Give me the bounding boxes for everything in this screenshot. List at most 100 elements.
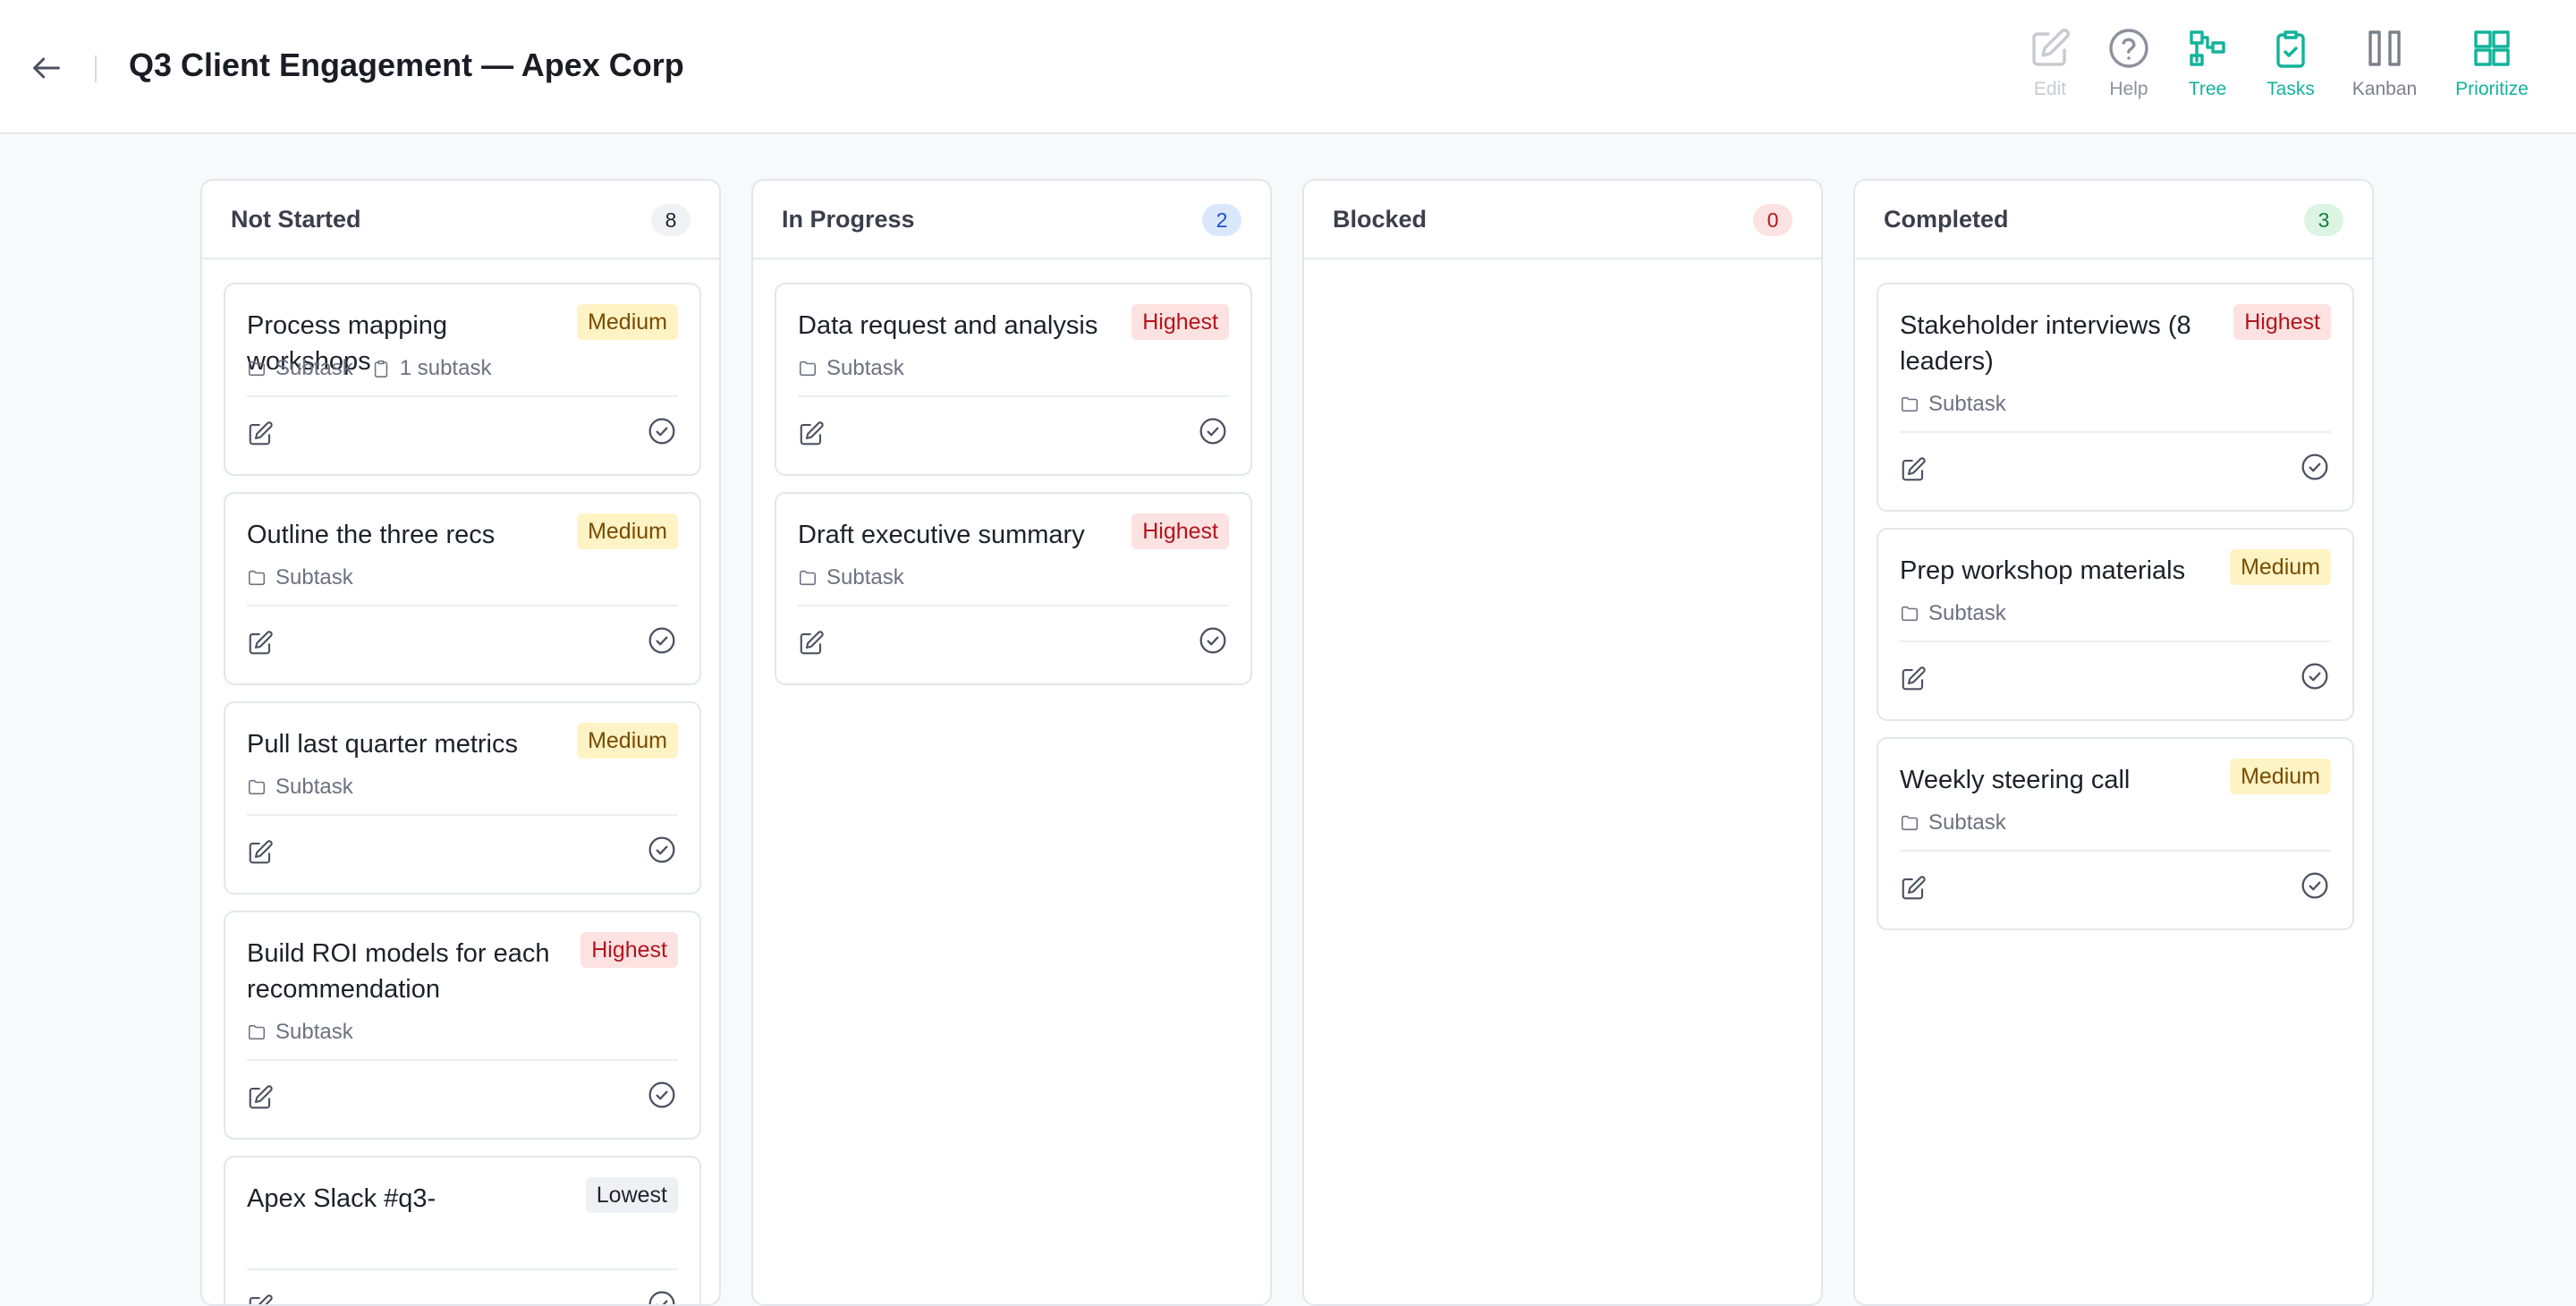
kanban-view-button[interactable]: Kanban: [2340, 27, 2429, 109]
page-title: Q3 Client Engagement — Apex Corp: [129, 47, 684, 83]
task-card[interactable]: Outline the three recs Medium Subtask: [224, 492, 701, 685]
task-title: Stakeholder interviews (8 leaders): [1900, 311, 2191, 376]
column-title: Completed: [1884, 206, 2009, 233]
card-divider: [1900, 850, 2331, 852]
check-circle-icon: [2301, 663, 2328, 690]
card-divider: [798, 605, 1229, 606]
column-count-badge: 8: [651, 204, 691, 236]
edit-task-button[interactable]: [247, 839, 277, 869]
prioritize-label: Prioritize: [2455, 79, 2529, 99]
edit-task-button[interactable]: [1900, 456, 1930, 487]
meta-text: Subtask: [275, 565, 353, 589]
priority-badge: Medium: [2230, 759, 2331, 794]
check-circle-icon: [648, 836, 675, 863]
task-card[interactable]: Data request and analysis Highest Subtask: [775, 283, 1252, 476]
priority-badge: Highest: [1131, 304, 1229, 340]
complete-task-button[interactable]: [2301, 871, 2331, 902]
task-card[interactable]: Stakeholder interviews (8 leaders) Highes…: [1877, 283, 2354, 512]
task-title: Draft executive summary: [798, 521, 1085, 549]
complete-task-button[interactable]: [1199, 417, 1229, 447]
task-meta: Subtask: [798, 565, 922, 590]
task-card[interactable]: Weekly steering call Medium Subtask: [1877, 737, 2354, 930]
task-title: Apex Slack #q3-: [247, 1184, 436, 1213]
priority-badge: Medium: [577, 513, 678, 549]
pencil-square-icon: [249, 631, 273, 655]
tasks-view-button[interactable]: Tasks: [2246, 27, 2335, 109]
complete-task-button[interactable]: [648, 417, 678, 447]
edit-task-button[interactable]: [247, 420, 277, 451]
complete-task-button[interactable]: [648, 835, 678, 866]
complete-task-button[interactable]: [1199, 626, 1229, 657]
pencil-square-icon: [249, 1085, 273, 1109]
task-card[interactable]: Process mapping workshops Medium Subtask 1 …: [224, 283, 701, 476]
task-meta: Subtask: [1900, 392, 2024, 417]
check-circle-icon: [1199, 418, 1226, 445]
prioritize-view-button[interactable]: Prioritize: [2447, 27, 2537, 109]
task-card[interactable]: Draft executive summary Highest Subtask: [775, 492, 1252, 685]
tree-view-button[interactable]: Tree: [2163, 27, 2252, 109]
column-count-badge: 0: [1753, 204, 1792, 236]
complete-task-button[interactable]: [2301, 453, 2331, 483]
card-divider: [247, 395, 678, 397]
folder-icon: [1901, 606, 1919, 622]
complete-task-button[interactable]: [2301, 662, 2331, 692]
folder-icon: [1901, 815, 1919, 831]
folder-icon: [248, 570, 266, 586]
meta-text: Subtask: [275, 1020, 353, 1044]
task-type: Subtask: [247, 1020, 353, 1045]
folder-icon: [799, 360, 817, 377]
back-button[interactable]: [23, 45, 70, 91]
task-title: Prep workshop materials: [1900, 556, 2186, 585]
task-card[interactable]: Apex Slack #q3- Lowest: [224, 1156, 701, 1304]
card-list: Process mapping workshops Medium Subtask 1 …: [224, 283, 701, 1304]
edit-task-button[interactable]: [798, 420, 828, 451]
help-label: Help: [2109, 79, 2148, 99]
task-title: Pull last quarter metrics: [247, 730, 518, 759]
column-count-badge: 2: [1202, 204, 1241, 236]
task-card[interactable]: Prep workshop materials Medium Subtask: [1877, 528, 2354, 721]
help-view-button[interactable]: Help: [2084, 27, 2174, 109]
task-title: Weekly steering call: [1900, 766, 2131, 794]
arrow-left-icon: [33, 57, 60, 79]
check-circle-icon: [648, 1291, 675, 1304]
check-circle-icon: [2301, 872, 2328, 899]
kanban-board: Not Started 8 Process mapping workshops Med…: [0, 134, 2576, 1306]
complete-task-button[interactable]: [648, 1290, 678, 1304]
card-divider: [247, 605, 678, 606]
task-type: Subtask: [1900, 392, 2006, 417]
task-meta: Subtask: [247, 1020, 371, 1045]
check-circle-icon: [648, 627, 675, 654]
columns-icon: [2368, 30, 2401, 66]
edit-task-button[interactable]: [247, 630, 277, 660]
task-card[interactable]: Build ROI models for each recommendation…: [224, 911, 701, 1140]
check-circle-icon: [2301, 454, 2328, 480]
task-card[interactable]: Pull last quarter metrics Medium Subtask: [224, 701, 701, 895]
column-in-progress: In Progress 2 Data request and analysis Hig…: [751, 179, 1272, 1306]
pencil-square-icon: [249, 840, 273, 864]
edit-label: Edit: [2033, 79, 2067, 99]
edit-task-button[interactable]: [798, 630, 828, 660]
task-type: Subtask: [247, 356, 353, 381]
column-not-started: Not Started 8 Process mapping workshops Med…: [200, 179, 721, 1306]
column-completed: Completed 3 Stakeholder interviews (8 lead…: [1853, 179, 2374, 1306]
task-title: Build ROI models for each recommendation: [247, 939, 550, 1004]
meta-text: Subtask: [275, 356, 353, 380]
edit-task-button[interactable]: [1900, 666, 1930, 696]
meta-text: Subtask: [826, 356, 904, 380]
task-meta: Subtask: [798, 356, 922, 381]
column-header: Not Started 8: [202, 181, 719, 259]
complete-task-button[interactable]: [648, 626, 678, 657]
help-circle-icon: [2109, 29, 2148, 68]
kanban-label: Kanban: [2351, 79, 2418, 99]
header-divider: [95, 55, 97, 82]
edit-view-button[interactable]: Edit: [2005, 27, 2095, 109]
column-title: Blocked: [1333, 206, 1428, 233]
edit-task-button[interactable]: [247, 1084, 277, 1115]
edit-task-button[interactable]: [247, 1293, 277, 1304]
complete-task-button[interactable]: [648, 1081, 678, 1111]
clipboard-icon: [374, 360, 387, 377]
card-list: Stakeholder interviews (8 leaders) Highes…: [1877, 283, 2354, 946]
task-meta: Subtask 1 subtask: [247, 356, 509, 381]
task-meta: Subtask: [1900, 601, 2024, 626]
edit-task-button[interactable]: [1900, 875, 1930, 905]
